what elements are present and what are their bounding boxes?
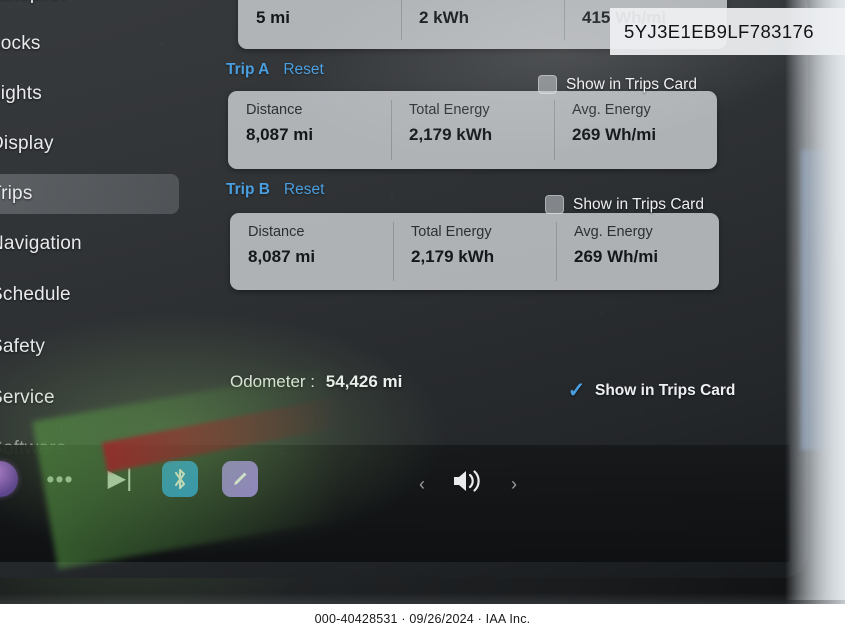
media-icon-glyph: ▶| — [107, 465, 133, 492]
footer-watermark: 000-40428531 · 09/26/2024 · IAA Inc. — [0, 604, 845, 633]
chevron-left-icon[interactable]: ‹ — [419, 474, 425, 495]
trip-b-reset-button[interactable]: Reset — [284, 181, 325, 199]
vin-text: 5YJ3E1EB9LF783176 — [624, 20, 814, 42]
sidebar-item-schedule[interactable]: Schedule — [0, 275, 182, 315]
sidebar-item-label: Service — [0, 387, 55, 408]
trip-a-avg-energy-cell: Avg. Energy 269 Wh/mi — [554, 91, 717, 169]
footer-text: 000-40428531 · 09/26/2024 · IAA Inc. — [314, 611, 531, 626]
sidebar-item-label: Locks — [0, 33, 41, 54]
cell-value: 2 kWh — [419, 8, 470, 27]
cell-value: 8,087 mi — [246, 125, 314, 144]
more-icon-glyph: ••• — [46, 465, 74, 492]
tesla-touchscreen: Autopilot Locks Lights Display Trips Nav… — [0, 0, 808, 578]
cell-value: 5 mi — [256, 8, 291, 27]
cell-value: 2,179 kWh — [409, 125, 493, 144]
trip-b-show-in-trips-card-row[interactable]: ✓ Show in Trips Card — [567, 380, 736, 401]
odometer-value: 54,426 mi — [325, 372, 403, 391]
trip-a-card: Distance 8,087 mi Total Energy 2,179 kWh… — [228, 91, 717, 169]
sidebar-item-safety[interactable]: Safety — [0, 327, 182, 367]
sidebar-item-label: Navigation — [0, 233, 82, 254]
sidebar-item-display[interactable]: Display — [0, 124, 182, 164]
trip-b-total-energy-cell: Total Energy 2,179 kWh — [393, 213, 556, 290]
more-icon[interactable]: ••• — [42, 461, 78, 497]
trip-b-distance-cell: Distance 8,087 mi — [230, 213, 393, 290]
show-in-trips-card-label: Show in Trips Card — [595, 381, 736, 399]
sidebar-item-label: Trips — [0, 183, 33, 204]
cell-label: Avg. Energy — [572, 102, 651, 118]
sidebar-item-label: Display — [0, 133, 54, 154]
pencil-icon[interactable] — [222, 461, 258, 497]
cell-label: Total Energy — [409, 102, 490, 118]
cell-value: 269 Wh/mi — [572, 125, 657, 144]
pencil-glyph — [234, 472, 247, 485]
current-total-energy-cell: Total Energy 2 kWh — [401, 0, 564, 49]
sidebar-item-label: Safety — [0, 336, 46, 357]
volume-icon[interactable] — [451, 467, 485, 501]
sidebar-item-locks[interactable]: Locks — [0, 24, 182, 64]
sidebar-item-label: Autopilot — [0, 0, 66, 5]
trip-a-label: Trip A — [226, 61, 270, 78]
trip-b-show-in-trips-card-checkbox[interactable]: ✓ — [567, 380, 586, 401]
sidebar-item-service[interactable]: Service — [0, 378, 182, 418]
cell-label: Distance — [248, 224, 305, 240]
vin-overlay: 5YJ3E1EB9LF783176 — [610, 8, 845, 55]
trip-a-distance-cell: Distance 8,087 mi — [228, 91, 391, 169]
show-in-trips-card-label: Show in Trips Card — [573, 195, 704, 213]
dock-icon-group: ••• ▶| — [0, 461, 258, 497]
cell-label: Avg. Energy — [574, 224, 653, 240]
cell-value: 8,087 mi — [248, 247, 316, 266]
cell-label: Total Energy — [419, 0, 564, 1]
settings-sidebar: Autopilot Locks Lights Display Trips Nav… — [0, 0, 182, 464]
trip-b-avg-energy-cell: Avg. Energy 269 Wh/mi — [556, 213, 719, 290]
trip-b-card: Distance 8,087 mi Total Energy 2,179 kWh… — [230, 213, 719, 290]
sidebar-item-trips[interactable]: Trips — [0, 174, 179, 214]
cell-label: Distance — [246, 102, 303, 118]
trip-a-total-energy-cell: Total Energy 2,179 kWh — [391, 91, 554, 169]
sidebar-item-label: Lights — [0, 83, 42, 104]
sidebar-item-lights[interactable]: Lights — [0, 74, 182, 114]
media-icon[interactable]: ▶| — [102, 461, 138, 497]
trip-a-show-in-trips-card-row[interactable]: Show in Trips Card — [545, 195, 704, 214]
odometer-row: Odometer : 54,426 mi — [230, 372, 402, 392]
screenshot-root: Autopilot Locks Lights Display Trips Nav… — [0, 0, 845, 633]
bluetooth-glyph — [174, 468, 186, 490]
sidebar-item-label: Schedule — [0, 284, 71, 305]
odometer-label: Odometer : — [230, 372, 316, 391]
trip-a-show-in-trips-card-checkbox[interactable] — [545, 195, 564, 214]
volume-glyph — [454, 470, 480, 492]
cell-label: Distance — [256, 0, 401, 1]
sidebar-item-autopilot[interactable]: Autopilot — [0, 0, 182, 14]
cell-label: Avg. Energy — [582, 0, 727, 1]
trip-b-label: Trip B — [226, 181, 270, 198]
chevron-right-icon[interactable]: › — [511, 474, 517, 495]
current-distance-cell: Distance 5 mi — [238, 0, 401, 49]
sidebar-item-navigation[interactable]: Navigation — [0, 224, 182, 264]
cell-value: 2,179 kWh — [411, 247, 495, 266]
bluetooth-icon[interactable] — [162, 461, 198, 497]
volume-control-group: ‹ › — [419, 467, 517, 501]
profile-icon[interactable] — [0, 461, 18, 497]
vehicle-interior-trim — [801, 150, 827, 450]
trip-a-reset-button[interactable]: Reset — [283, 61, 324, 79]
bottom-dock: ••• ▶| ‹ › — [0, 445, 790, 562]
cell-label: Total Energy — [411, 224, 492, 240]
cell-value: 269 Wh/mi — [574, 247, 659, 266]
